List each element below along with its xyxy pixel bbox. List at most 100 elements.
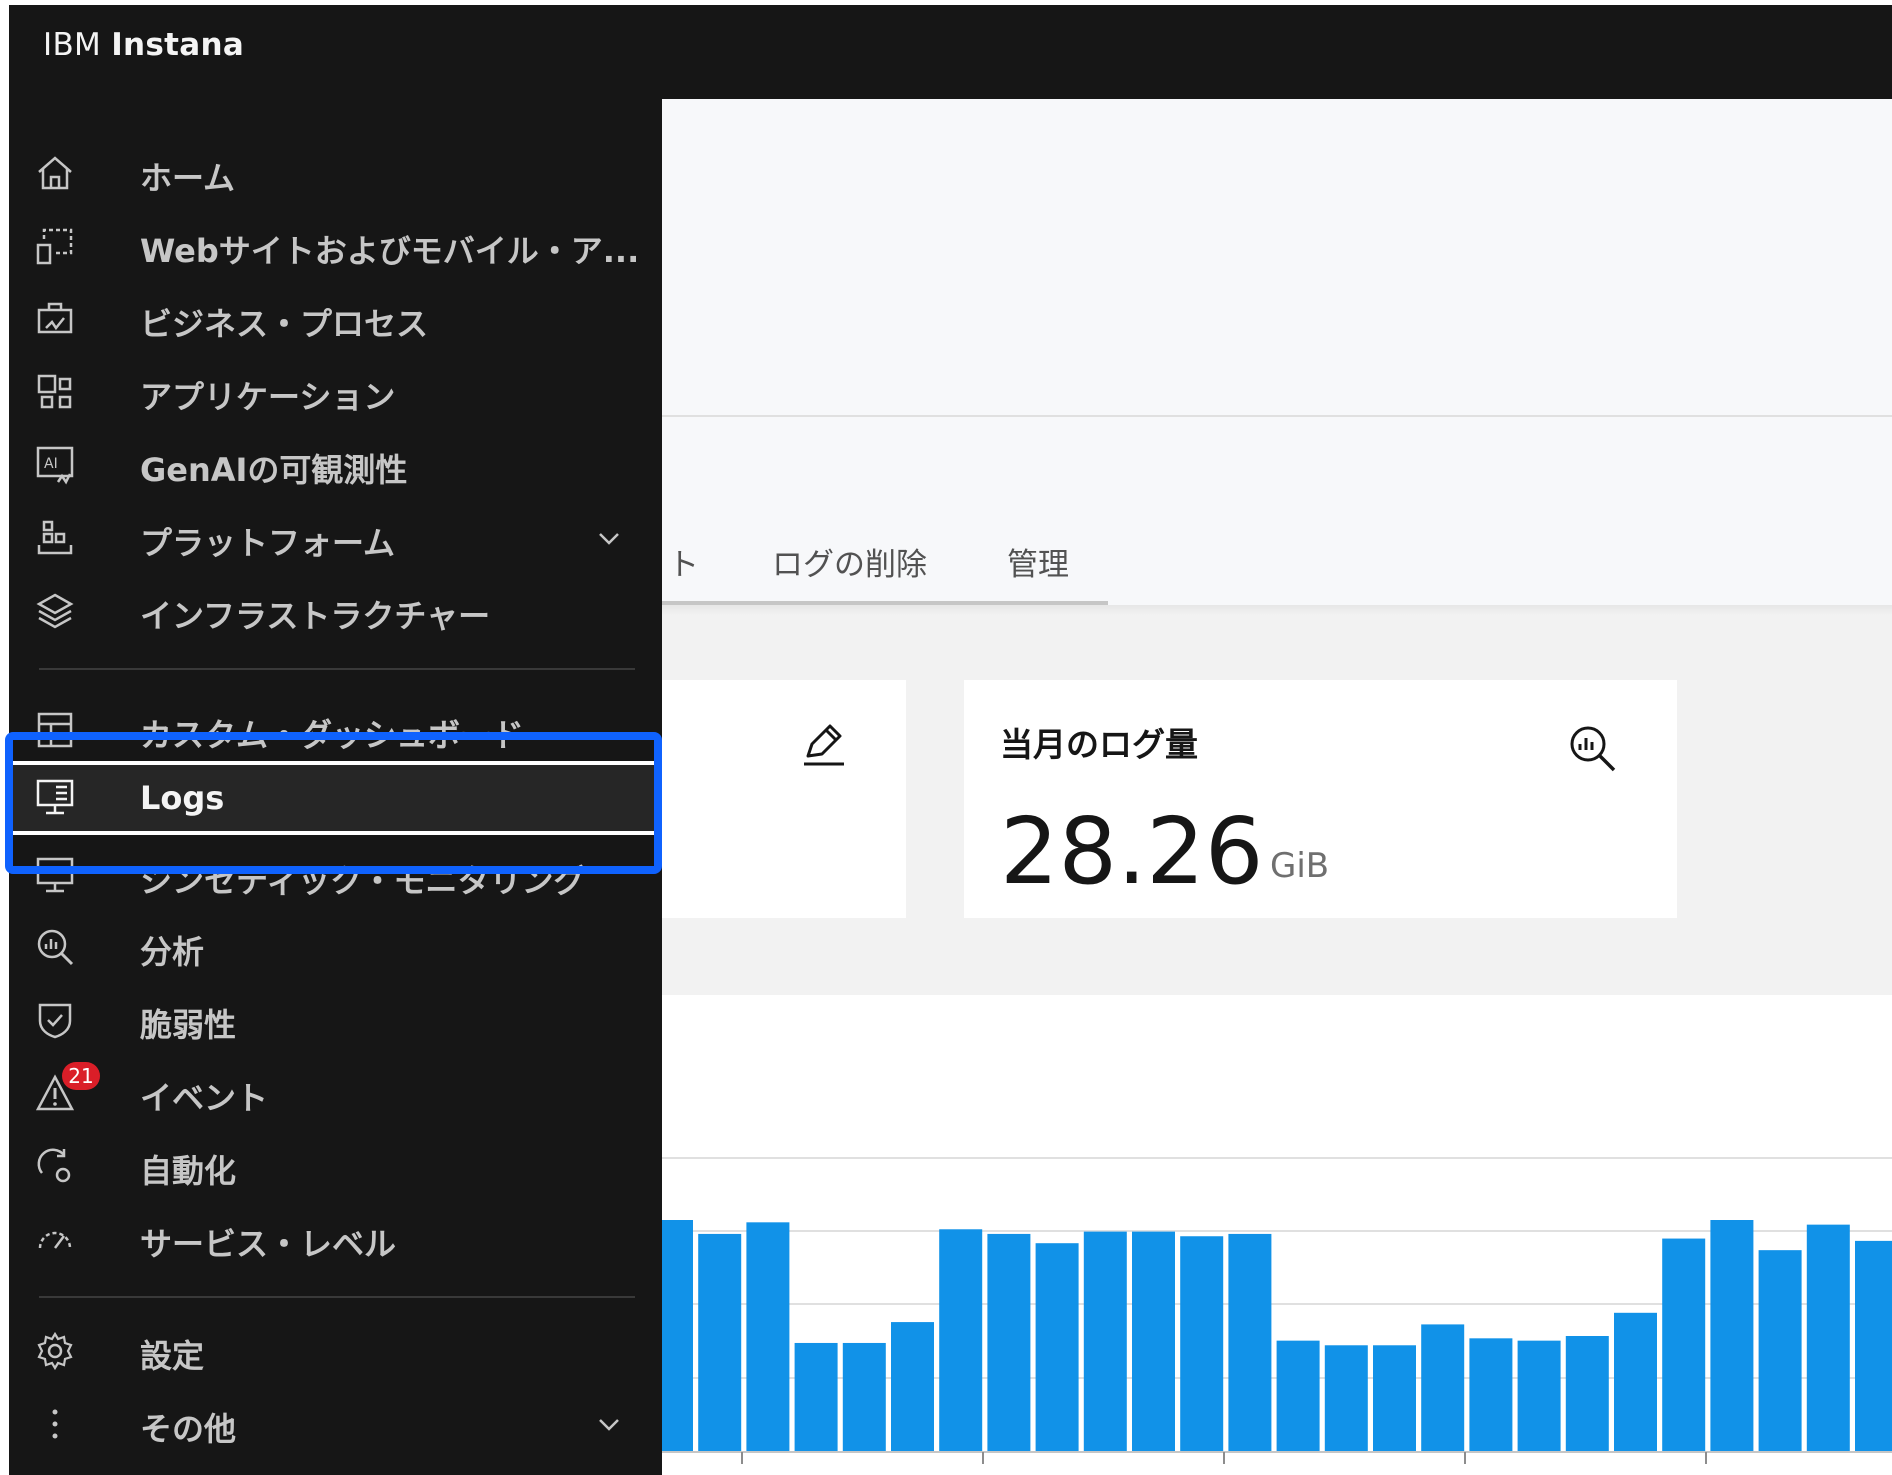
sidebar-item-vulnerabilities[interactable]: 脆弱性 [9, 983, 662, 1056]
chart-bar[interactable] [1758, 1250, 1802, 1452]
chart-bar[interactable] [1035, 1243, 1079, 1452]
chart-bar[interactable] [891, 1322, 934, 1452]
chart-bar[interactable] [1565, 1336, 1609, 1452]
sidebar-item-automation[interactable]: 自動化 [9, 1129, 662, 1202]
tabs-shadow [662, 605, 1892, 615]
sidebar-item-label: カスタム・ダッシュボード [140, 716, 525, 754]
logs-icon [36, 779, 74, 815]
layers-icon [36, 593, 74, 629]
chart-bar[interactable] [842, 1342, 886, 1452]
sidebar-item-label: サービス・レベル [140, 1225, 397, 1263]
chart-bar[interactable] [698, 1233, 742, 1452]
sidebar-item-label: ビジネス・プロセス [140, 305, 429, 343]
chart-bar[interactable] [1276, 1340, 1320, 1452]
shield-icon [38, 1003, 72, 1039]
brand-prefix: IBM [43, 27, 102, 63]
chart-bar[interactable] [1855, 1240, 1892, 1452]
sidebar-item-label: 自動化 [140, 1152, 237, 1190]
sidebar-item-events[interactable]: 21 イベント [9, 1056, 662, 1129]
app-window: IBM Instana ト ログの削除 管理 当月のログ量 28.26 GiB … [0, 0, 1892, 1475]
chevron-down-icon[interactable] [594, 1409, 624, 1439]
chevron-down-icon[interactable] [594, 523, 624, 553]
sidebar-item-home[interactable]: ホーム [9, 136, 662, 209]
sidebar-item-label: インフラストラクチャー [140, 597, 491, 635]
chart-bar[interactable] [1517, 1340, 1561, 1452]
business-process-icon [37, 302, 73, 334]
chart-bar[interactable] [1083, 1231, 1127, 1452]
sidebar-item-business-process[interactable]: ビジネス・プロセス [9, 282, 662, 355]
log-volume-chart [662, 1157, 1892, 1464]
sidebar-item-applications[interactable]: アプリケーション [9, 355, 662, 428]
automation-icon [37, 1148, 71, 1183]
brand-name: Instana [111, 27, 245, 63]
sidebar-divider [39, 668, 635, 670]
platform-icon [37, 520, 73, 555]
sidebar-item-label: プラットフォーム [140, 524, 396, 562]
chart-bar[interactable] [1806, 1224, 1850, 1452]
analyze-icon[interactable] [1566, 722, 1620, 776]
chart-bar[interactable] [1228, 1233, 1272, 1452]
edit-icon[interactable] [798, 720, 848, 770]
sidebar-divider [39, 1296, 635, 1298]
ai-observability-icon: AI [36, 446, 74, 485]
sidebar-item-label: Logs [140, 779, 225, 817]
sidebar-item-label: 分析 [140, 933, 205, 971]
sidebar-item-label: その他 [140, 1410, 237, 1448]
card-monthly-log-volume: 当月のログ量 28.26 GiB [964, 680, 1677, 918]
side-navigation: ホーム Webサイトおよびモバイル・ア... ビジネス・プロセス アプリケーショ… [9, 99, 662, 1475]
sidebar-item-custom-dashboards[interactable]: カスタム・ダッシュボード [9, 693, 662, 766]
sidebar-item-label: 設定 [140, 1337, 205, 1375]
cards-section: 当月のログ量 28.26 GiB [662, 615, 1892, 995]
chart-bar[interactable] [1180, 1236, 1224, 1452]
sidebar-item-settings[interactable]: 設定 [9, 1314, 662, 1387]
chart-bar[interactable] [662, 1220, 693, 1452]
log-volume-value: 28.26 [1000, 798, 1264, 905]
tab-delete-logs[interactable]: ログの削除 [772, 539, 927, 584]
chart-bar[interactable] [1662, 1238, 1706, 1452]
chart-bar[interactable] [746, 1222, 790, 1452]
log-volume-unit: GiB [1270, 846, 1330, 886]
product-logo[interactable]: IBM Instana [43, 27, 244, 63]
sidebar-item-label: イベント [140, 1079, 269, 1117]
chart-bar[interactable] [1132, 1231, 1175, 1452]
chart-bar[interactable] [1614, 1312, 1657, 1452]
chart-bar[interactable] [1469, 1338, 1513, 1452]
tab-partial[interactable]: ト [668, 539, 699, 584]
sidebar-item-websites-mobile[interactable]: Webサイトおよびモバイル・ア... [9, 209, 662, 282]
sidebar-item-platform[interactable]: プラットフォーム [9, 501, 662, 574]
website-mobile-icon [36, 228, 73, 265]
sidebar-item-logs[interactable]: Logs [9, 761, 662, 835]
chart-bar[interactable] [1373, 1345, 1416, 1452]
notification-badge: 21 [62, 1062, 100, 1090]
sidebar-item-label: GenAIの可観測性 [140, 451, 408, 489]
chart-bar[interactable] [1710, 1220, 1754, 1452]
chart-bar[interactable] [794, 1342, 838, 1452]
sidebar-item-label: アプリケーション [140, 378, 396, 416]
card-partial [662, 680, 906, 918]
sidebar-item-infrastructure[interactable]: インフラストラクチャー [9, 574, 662, 647]
speedometer-icon [38, 1231, 72, 1249]
sidebar-item-genai[interactable]: AI GenAIの可観測性 [9, 428, 662, 501]
chart-bar[interactable] [987, 1233, 1031, 1452]
chart-bar[interactable] [939, 1229, 983, 1452]
sidebar-item-label: 脆弱性 [140, 1006, 237, 1044]
top-header: IBM Instana [9, 5, 1892, 99]
home-icon [38, 156, 72, 190]
sidebar-item-synthetic-monitoring[interactable]: シンセティック・モニタリング [9, 839, 662, 912]
sidebar-item-label: ホーム [140, 159, 236, 197]
page-header [662, 99, 1892, 415]
chart-bar[interactable] [1324, 1345, 1368, 1452]
sidebar-item-service-levels[interactable]: サービス・レベル [9, 1202, 662, 1275]
analyze-icon [37, 929, 74, 966]
sidebar-item-label: Webサイトおよびモバイル・ア... [140, 232, 640, 270]
sidebar-item-more[interactable]: その他 [9, 1387, 662, 1460]
sidebar-item-analyze[interactable]: 分析 [9, 910, 662, 983]
dashboard-icon [37, 712, 73, 748]
chart-bar[interactable] [1421, 1324, 1465, 1452]
more-vertical-icon [52, 1409, 58, 1439]
sidebar-item-label: シンセティック・モニタリング [140, 862, 586, 900]
synthetic-monitoring-icon [36, 857, 74, 893]
tab-manage[interactable]: 管理 [1007, 539, 1069, 584]
svg-text:AI: AI [44, 456, 58, 472]
card-title: 当月のログ量 [1000, 725, 1198, 764]
